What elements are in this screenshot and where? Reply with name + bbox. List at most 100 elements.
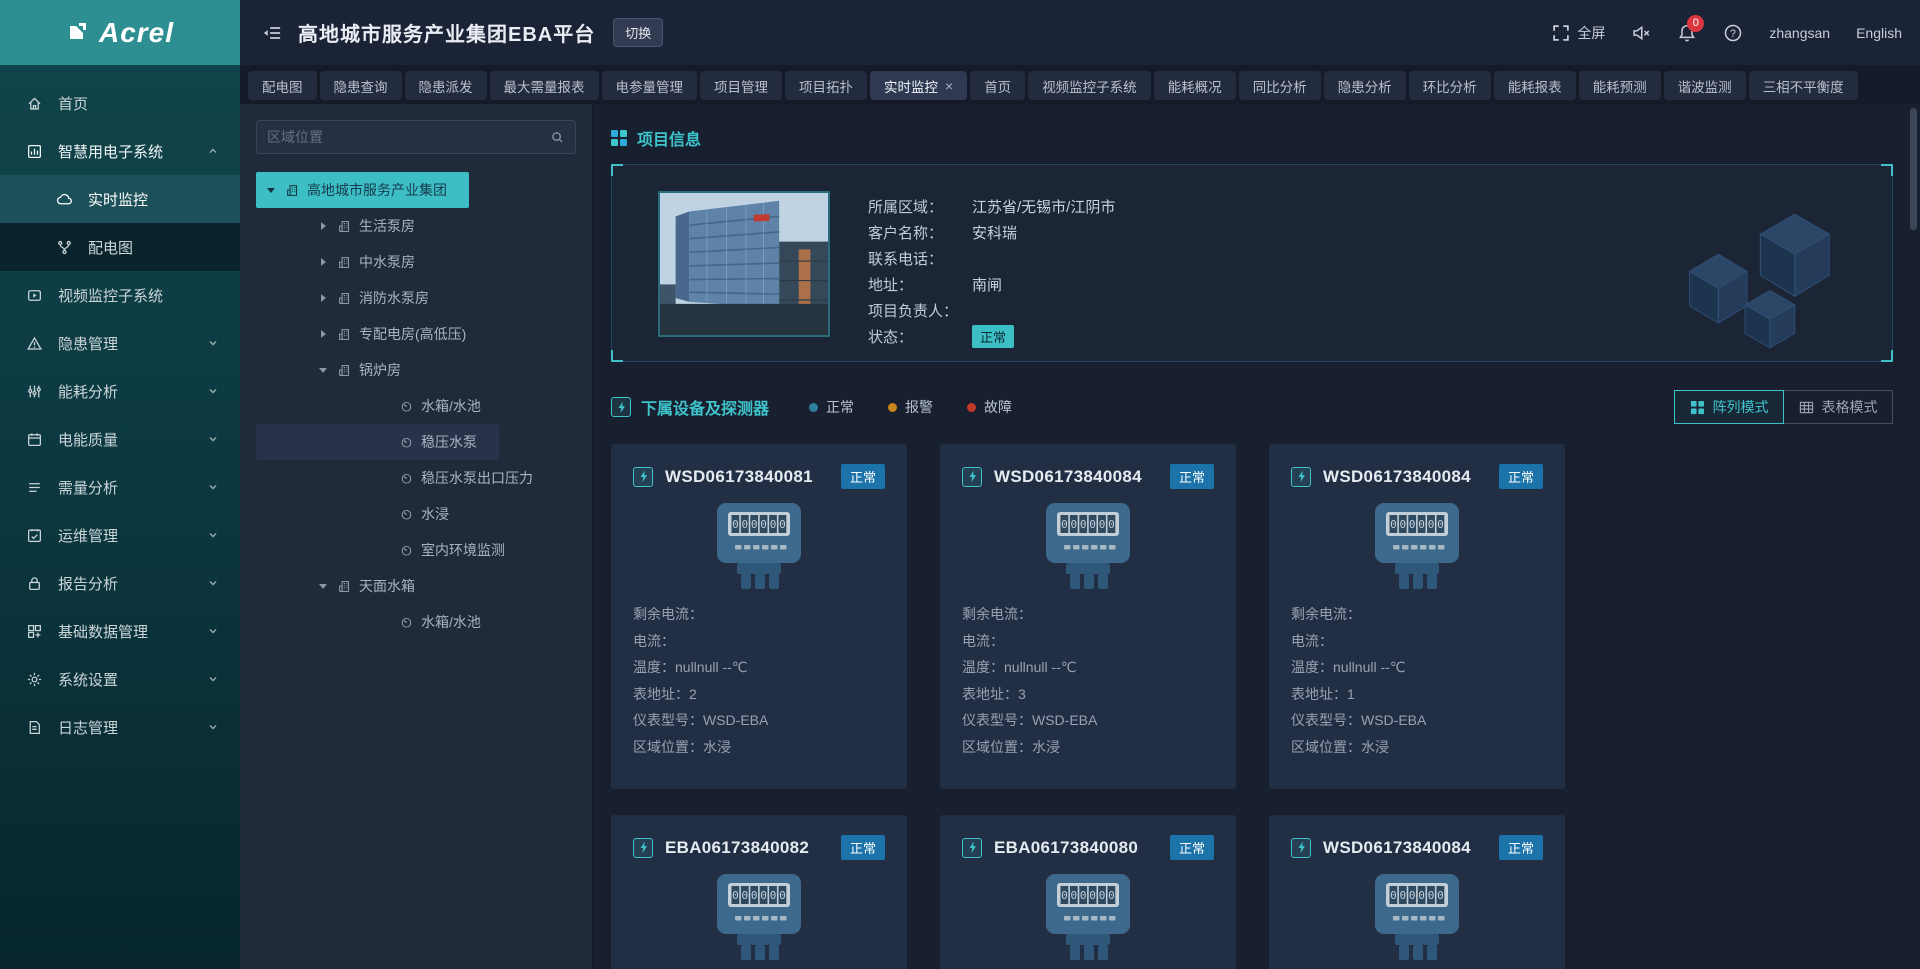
sidebar-item-video[interactable]: 视频监控子系统 [0, 271, 240, 319]
svg-text:0: 0 [1409, 518, 1416, 531]
device-card[interactable]: WSD06173840084 正常 000 000 [1269, 815, 1565, 969]
caret-icon[interactable] [316, 584, 330, 589]
status-dot [967, 403, 976, 412]
username[interactable]: zhangsan [1769, 25, 1830, 41]
sidebar-item-label: 需量分析 [58, 477, 118, 498]
tree-node[interactable]: 消防水泵房 [256, 280, 451, 316]
tab[interactable]: 配电图 [248, 71, 317, 100]
status-dot [809, 403, 818, 412]
tree-node[interactable]: 锅炉房 [256, 352, 423, 388]
tree-node[interactable]: 稳压水泵出口压力 [256, 460, 555, 496]
field-value: 安科瑞 [972, 222, 1017, 243]
sidebar-item-components[interactable]: 基础数据管理 [0, 607, 240, 655]
tab[interactable]: 隐患查询 [320, 71, 402, 100]
warning-icon [26, 335, 43, 352]
tab[interactable]: 项目拓扑 [785, 71, 867, 100]
tree-search-input[interactable] [267, 129, 550, 145]
fullscreen-button[interactable]: 全屏 [1551, 23, 1605, 43]
tab[interactable]: 能耗概况 [1154, 71, 1236, 100]
tab[interactable]: 谐波监测 [1664, 71, 1746, 100]
sidebar-item-document[interactable]: 日志管理 [0, 703, 240, 751]
tab[interactable]: 同比分析 [1239, 71, 1321, 100]
collapse-menu-icon[interactable] [262, 23, 282, 43]
sidebar-item-lock[interactable]: 报告分析 [0, 559, 240, 607]
sidebar-item-calendar[interactable]: 电能质量 [0, 415, 240, 463]
caret-icon[interactable] [316, 258, 330, 266]
status-legend: 正常 报警 故障 [809, 397, 1012, 417]
tab[interactable]: 首页 [970, 71, 1025, 100]
switch-project-button[interactable]: 切换 [613, 18, 663, 47]
tab[interactable]: 环比分析 [1409, 71, 1491, 100]
notifications-button[interactable]: 0 [1677, 23, 1697, 43]
sidebar-item-warning[interactable]: 隐患管理 [0, 319, 240, 367]
tab[interactable]: 能耗报表 [1494, 71, 1576, 100]
chevron-down-icon [206, 672, 220, 686]
sidebar-item-calendar-check[interactable]: 运维管理 [0, 511, 240, 559]
sidebar-item-list[interactable]: 需量分析 [0, 463, 240, 511]
device-code: EBA06173840080 [994, 838, 1138, 858]
project-field-row: 状态： 正常 [868, 323, 1115, 349]
svg-text:0: 0 [1070, 518, 1077, 531]
project-field-row: 地址： 南闸 [868, 271, 1115, 297]
project-info-header: 项目信息 [611, 126, 1893, 150]
area-tree: 高地城市服务产业集团 生活泵房 中水泵房 消防水泵房 专配电房(高低压) 锅炉房… [256, 172, 576, 640]
tree-node[interactable]: 高地城市服务产业集团 [256, 172, 469, 208]
calendar-check-icon [26, 527, 43, 544]
search-icon[interactable] [550, 130, 565, 145]
notification-badge: 0 [1687, 15, 1704, 32]
tab-close-icon[interactable]: × [945, 79, 953, 93]
mode-button-table[interactable]: 表格模式 [1783, 390, 1893, 424]
tab[interactable]: 隐患派发 [405, 71, 487, 100]
tree-node[interactable]: 室内环境监测 [256, 532, 527, 568]
tree-node[interactable]: 水箱/水池 [256, 604, 503, 640]
mode-button-grid[interactable]: 阵列模式 [1674, 390, 1784, 424]
tab[interactable]: 能耗预测 [1579, 71, 1661, 100]
tab[interactable]: 隐患分析 [1324, 71, 1406, 100]
tab[interactable]: 电参量管理 [602, 71, 698, 100]
tab[interactable]: 视频监控子系统 [1028, 71, 1151, 100]
tree-node[interactable]: 水浸 [256, 496, 471, 532]
tab[interactable]: 三相不平衡度 [1749, 71, 1858, 100]
scrollbar[interactable] [1910, 108, 1917, 230]
language-switch[interactable]: English [1856, 25, 1902, 41]
sidebar-item-cloud[interactable]: 实时监控 [0, 175, 240, 223]
caret-icon[interactable] [316, 294, 330, 302]
device-card[interactable]: WSD06173840084 正常 000 000 [1269, 444, 1565, 789]
device-card[interactable]: WSD06173840081 正常 000 000 [611, 444, 907, 789]
mute-speaker-icon[interactable] [1631, 23, 1651, 43]
tab[interactable]: 项目管理 [700, 71, 782, 100]
tree-node[interactable]: 生活泵房 [256, 208, 437, 244]
svg-text:0: 0 [1390, 889, 1397, 902]
sidebar-item-branch[interactable]: 配电图 [0, 223, 240, 271]
tree-node[interactable]: 中水泵房 [256, 244, 437, 280]
tab[interactable]: 最大需量报表 [490, 71, 599, 100]
devices-header: 下属设备及探测器 正常 报警 故障 阵列模式 表格模式 [611, 390, 1893, 424]
device-card[interactable]: EBA06173840082 正常 000 000 [611, 815, 907, 969]
chevron-down-icon [206, 576, 220, 590]
gauge-icon [400, 616, 413, 629]
tab[interactable]: 实时监控 × [870, 71, 967, 100]
caret-icon[interactable] [316, 330, 330, 338]
tree-node[interactable]: 天面水箱 [256, 568, 437, 604]
device-card[interactable]: EBA06173840080 正常 000 000 [940, 815, 1236, 969]
caret-icon[interactable] [264, 188, 278, 193]
sidebar-item-sliders[interactable]: 能耗分析 [0, 367, 240, 415]
device-card[interactable]: WSD06173840084 正常 000 000 [940, 444, 1236, 789]
caret-icon[interactable] [316, 222, 330, 230]
tree-node[interactable]: 稳压水泵 [256, 424, 499, 460]
chevron-down-icon [206, 528, 220, 542]
sidebar-item-home[interactable]: 首页 [0, 79, 240, 127]
sidebar-item-gear[interactable]: 系统设置 [0, 655, 240, 703]
tree-node[interactable]: 专配电房(高低压) [256, 316, 488, 352]
tree-node[interactable]: 水箱/水池 [256, 388, 503, 424]
meter-illustration: 000 000 [962, 872, 1214, 966]
device-field-line: 电流： [633, 628, 885, 655]
help-icon[interactable]: ? [1723, 23, 1743, 43]
sidebar-item-chart[interactable]: 智慧用电子系统 [0, 127, 240, 175]
caret-icon[interactable] [316, 368, 330, 373]
building-icon [338, 292, 351, 305]
tab-label: 谐波监测 [1678, 76, 1732, 96]
svg-text:0: 0 [732, 518, 739, 531]
sidebar-item-label: 日志管理 [58, 717, 118, 738]
device-field-line: 区域位置：水浸 [1291, 734, 1543, 761]
